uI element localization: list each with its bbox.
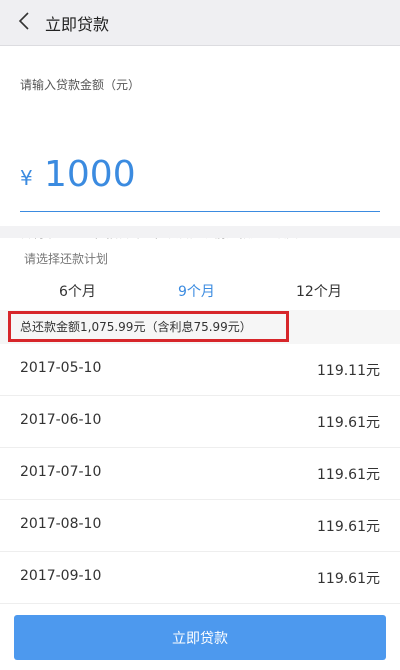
tab-6-months[interactable]: 6个月 [59,281,96,301]
schedule-amount: 119.61元 [317,415,380,431]
submit-loan-button[interactable]: 立即贷款 [14,615,386,660]
schedule-amount: 119.61元 [317,467,380,483]
submit-label: 立即贷款 [172,630,228,647]
highlight-box [8,311,289,342]
section-divider [0,226,400,238]
page-title: 立即贷款 [45,15,110,34]
chevron-left-icon [18,12,29,30]
schedule-date: 2017-06-10 [20,412,102,428]
tab-9-months[interactable]: 9个月 [178,281,215,301]
schedule-row: 2017-05-10 119.11元 [0,344,400,396]
schedule-row: 2017-06-10 119.61元 [0,396,400,448]
schedule-date: 2017-05-10 [20,360,102,376]
schedule-date: 2017-08-10 [20,516,102,532]
schedule-date: 2017-07-10 [20,464,102,480]
schedule-row: 2017-09-10 119.61元 [0,552,400,604]
repayment-schedule: 2017-05-10 119.11元 2017-06-10 119.61元 20… [0,344,400,604]
schedule-row: 2017-07-10 119.61元 [0,448,400,500]
plan-label: 请选择还款计划 [24,252,109,266]
back-button[interactable] [10,7,38,35]
currency-symbol: ¥ [20,166,33,190]
amount-input[interactable]: 1000 [44,154,136,195]
schedule-row: 2017-08-10 119.61元 [0,500,400,552]
amount-label: 请输入贷款金额（元） [20,78,141,92]
schedule-amount: 119.61元 [317,571,380,587]
header-bar: 立即贷款 [0,0,400,46]
schedule-date: 2017-09-10 [20,568,102,584]
amount-underline [20,211,380,212]
tab-12-months[interactable]: 12个月 [296,281,342,301]
schedule-amount: 119.61元 [317,519,380,535]
amount-section: 请输入贷款金额（元） ¥ 1000 日利率0.05%，按日计息，次日起提前还款免… [0,46,400,240]
schedule-amount: 119.11元 [317,363,380,379]
